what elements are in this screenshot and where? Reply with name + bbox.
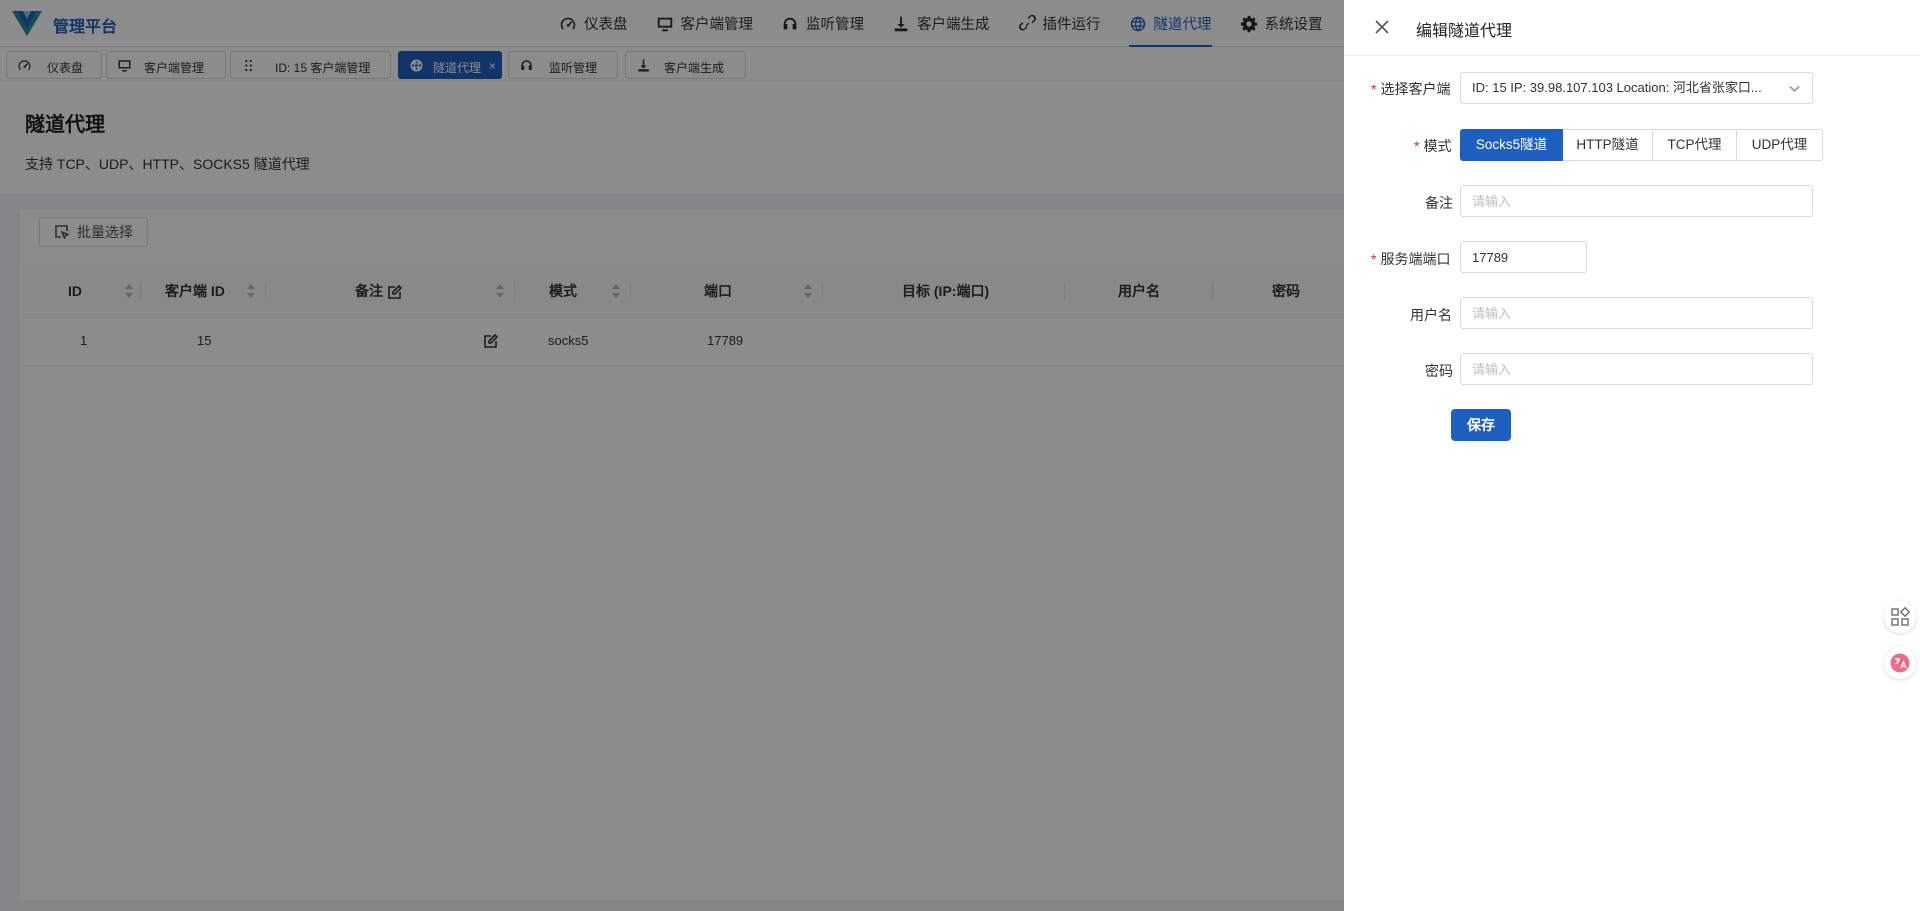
mode-option-udp[interactable]: UDP代理 [1737, 129, 1823, 161]
password-label: 密码 [1425, 363, 1453, 379]
mode-label: * 模式 [1414, 136, 1451, 156]
mode-option-tcp[interactable]: TCP代理 [1653, 129, 1737, 161]
remark-label: 备注 [1425, 195, 1453, 211]
widget-translate-button[interactable] [1884, 647, 1916, 679]
label-text: 选择客户端 [1380, 81, 1451, 97]
required-mark: * [1371, 251, 1377, 267]
username-label: 用户名 [1410, 307, 1452, 323]
chevron-down-icon [1789, 85, 1800, 93]
remark-input[interactable] [1460, 185, 1813, 217]
client-select[interactable]: ID: 15 IP: 39.98.107.103 Location: 河北省张家… [1460, 72, 1813, 104]
drawer-header: 编辑隧道代理 [1344, 0, 1920, 56]
mode-option-socks5[interactable]: Socks5隧道 [1460, 129, 1563, 161]
label-text: 模式 [1423, 138, 1452, 154]
drawer-title: 编辑隧道代理 [1416, 23, 1513, 40]
client-select-value: ID: 15 IP: 39.98.107.103 Location: 河北省张家… [1472, 80, 1762, 95]
mode-option-http[interactable]: HTTP隧道 [1563, 129, 1653, 161]
client-select-label: * 选择客户端 [1371, 79, 1450, 99]
translate-icon [1890, 653, 1910, 673]
mode-radio-group: Socks5隧道 HTTP隧道 TCP代理 UDP代理 [1460, 129, 1823, 161]
save-button[interactable]: 保存 [1451, 409, 1511, 441]
username-input[interactable] [1460, 297, 1813, 329]
grid-icon [1891, 607, 1910, 626]
required-mark: * [1414, 138, 1420, 154]
server-port-label: * 服务端端口 [1371, 249, 1450, 269]
password-input[interactable] [1460, 353, 1813, 385]
server-port-input[interactable] [1460, 241, 1587, 273]
widget-grid-button[interactable] [1884, 601, 1916, 633]
close-icon[interactable] [1374, 19, 1390, 35]
edit-tunnel-drawer: 编辑隧道代理 * 选择客户端 ID: 15 IP: 39.98.107.103 L… [1344, 0, 1920, 911]
required-mark: * [1371, 81, 1377, 97]
label-text: 服务端端口 [1380, 251, 1451, 267]
